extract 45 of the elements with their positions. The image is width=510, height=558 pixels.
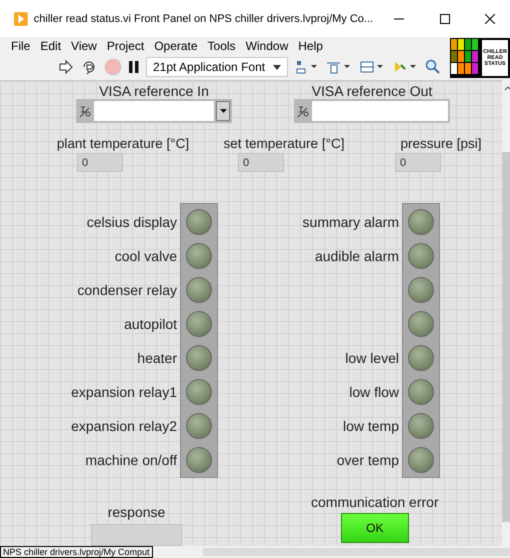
- menu-item[interactable]: Operate: [149, 38, 203, 52]
- menu-item[interactable]: File: [6, 38, 36, 52]
- led-label: low flow: [349, 384, 400, 400]
- indicator-label: response: [108, 504, 166, 520]
- indicator-label: pressure [psi]: [400, 136, 482, 151]
- app-logo-icon: [14, 10, 28, 26]
- led-label: expansion relay2: [71, 418, 178, 434]
- control-label: VISA reference In: [99, 83, 209, 99]
- led-label: expansion relay1: [71, 384, 178, 400]
- led-label: audible alarm: [314, 248, 400, 264]
- led-label: over temp: [336, 452, 400, 468]
- menu-item[interactable]: Help: [293, 38, 328, 52]
- led-label: machine on/off: [85, 452, 178, 468]
- visa-resource-field[interactable]: [294, 99, 450, 123]
- menu-item[interactable]: Window: [240, 38, 294, 52]
- led-label: summary alarm: [302, 214, 400, 230]
- menu-item[interactable]: Tools: [202, 38, 241, 52]
- indicator-label: set temperature [°C]: [224, 136, 344, 151]
- status-path: NPS chiller drivers.lvproj/My Comput: [0, 546, 153, 558]
- close-icon: [485, 14, 496, 24]
- led-label: low temp: [342, 418, 400, 434]
- indicator-label: communication error: [311, 494, 439, 510]
- numeric-indicator: 0: [395, 152, 441, 172]
- run-button[interactable]: [58, 57, 74, 77]
- menu-item[interactable]: Edit: [35, 38, 66, 52]
- font-dropdown[interactable]: 21pt Application Font: [146, 57, 288, 77]
- visa-resource-field[interactable]: [76, 99, 232, 123]
- ok-button[interactable]: OK: [340, 513, 409, 543]
- led-label: low level: [345, 350, 400, 366]
- numeric-indicator: 0: [238, 152, 284, 172]
- menu-item[interactable]: Project: [102, 38, 150, 52]
- led-label: autopilot: [124, 316, 178, 332]
- numeric-indicator: 0: [77, 152, 123, 172]
- menu-item[interactable]: View: [66, 38, 102, 52]
- control-label: VISA reference Out: [312, 83, 432, 99]
- led-label: condenser relay: [77, 282, 178, 298]
- led-label: celsius display: [86, 214, 178, 230]
- maximize-icon: [440, 14, 450, 24]
- led-label: cool valve: [114, 248, 178, 264]
- window-title: chiller read status.vi Front Panel on NPS chiller drivers.lvproj/My Co...: [34, 12, 374, 24]
- caret-icon: [273, 64, 282, 70]
- color-grid-icon: [451, 39, 479, 75]
- indicator-label: plant temperature [°C]: [56, 136, 190, 151]
- chevron-up-icon: [504, 84, 510, 92]
- led-label: heater: [137, 350, 178, 366]
